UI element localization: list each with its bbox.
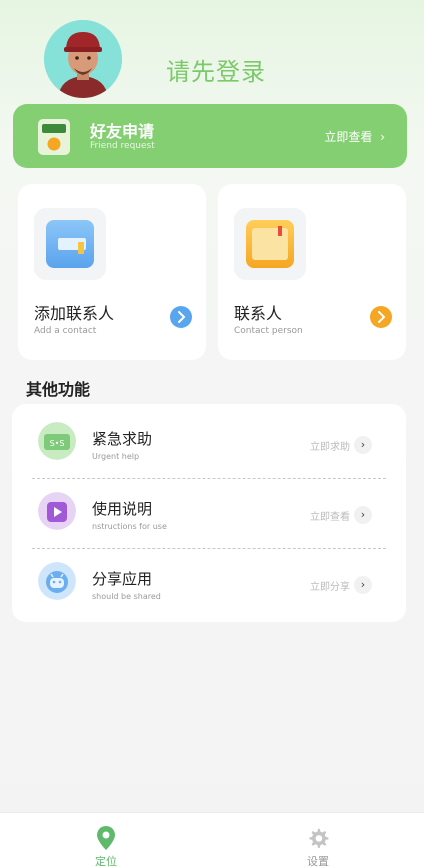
- location-pin-icon: [97, 826, 115, 850]
- contact-book-blue-icon: [46, 220, 94, 268]
- friend-request-banner[interactable]: 好友申请 Friend request 立即查看 ›: [13, 104, 407, 168]
- list-item-link[interactable]: 立即查看: [310, 508, 350, 523]
- tab-label: 定位: [95, 855, 117, 868]
- friend-request-subtitle: Friend request: [90, 141, 155, 151]
- list-item-subtitle: should be shared: [92, 592, 161, 601]
- chevron-right-icon[interactable]: ›: [354, 506, 372, 524]
- tab-location[interactable]: 定位: [0, 813, 212, 868]
- chevron-right-icon[interactable]: ›: [354, 576, 372, 594]
- tab-label: 设置: [307, 855, 329, 868]
- card-title: 添加联系人: [34, 304, 115, 323]
- list-item-share-app[interactable]: 分享应用 should be shared 立即分享 ›: [12, 548, 406, 618]
- list-item-link[interactable]: 立即分享: [310, 578, 350, 593]
- list-item-title: 分享应用: [92, 570, 153, 588]
- user-avatar-icon: [44, 20, 122, 98]
- svg-text:S•S: S•S: [50, 439, 65, 448]
- friend-request-view-link[interactable]: 立即查看 ›: [324, 128, 385, 145]
- list-item-title: 紧急求助: [92, 430, 153, 448]
- card-subtitle: Add a contact: [34, 326, 97, 336]
- list-item-subtitle: nstructions for use: [92, 522, 167, 531]
- chevron-right-icon[interactable]: ›: [354, 436, 372, 454]
- card-subtitle: Contact person: [234, 326, 303, 336]
- card-icon-bg: [234, 208, 306, 280]
- card-icon-bg: [34, 208, 106, 280]
- list-item-link[interactable]: 立即求助: [310, 438, 350, 453]
- card-title: 联系人: [234, 304, 283, 323]
- avatar[interactable]: [44, 20, 122, 98]
- chevron-right-icon[interactable]: [370, 306, 392, 328]
- bottom-tab-bar: 定位 设置: [0, 812, 424, 868]
- friend-card-icon: [38, 119, 70, 155]
- friend-request-title: 好友申请: [90, 122, 155, 141]
- play-icon: [38, 492, 76, 530]
- list-item-subtitle: Urgent help: [92, 452, 140, 461]
- other-functions-list: S•S 紧急求助 Urgent help 立即求助 › 使用说明 nstruct…: [12, 404, 406, 622]
- add-contact-card[interactable]: 添加联系人 Add a contact: [18, 184, 206, 360]
- sos-icon: S•S: [38, 422, 76, 460]
- contact-person-card[interactable]: 联系人 Contact person: [218, 184, 406, 360]
- list-item-instructions[interactable]: 使用说明 nstructions for use 立即查看 ›: [12, 478, 406, 548]
- gear-icon: [309, 828, 329, 848]
- chevron-right-icon: ›: [380, 130, 385, 144]
- list-item-title: 使用说明: [92, 500, 153, 518]
- tab-settings[interactable]: 设置: [212, 813, 424, 868]
- login-prompt[interactable]: 请先登录: [166, 52, 266, 87]
- chevron-right-icon[interactable]: [170, 306, 192, 328]
- contact-book-orange-icon: [246, 220, 294, 268]
- friend-request-link-label: 立即查看: [324, 130, 373, 144]
- section-title: 其他功能: [26, 380, 91, 399]
- list-item-urgent-help[interactable]: S•S 紧急求助 Urgent help 立即求助 ›: [12, 408, 406, 478]
- android-icon: [38, 562, 76, 600]
